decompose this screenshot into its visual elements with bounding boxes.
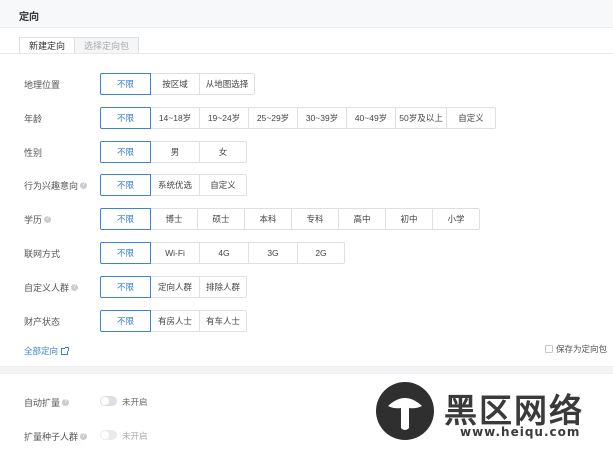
- row-label-interest: 行为兴趣意向?: [24, 181, 88, 191]
- section-title: 定向: [19, 12, 39, 23]
- watermark: 黑区网络 www.heiqu.com: [372, 378, 613, 451]
- interest-options: 不限 系统优选 自定义: [100, 174, 247, 196]
- option-education-college[interactable]: 专科: [291, 208, 339, 230]
- option-education-bachelor[interactable]: 本科: [244, 208, 292, 230]
- option-assets-car[interactable]: 有车人士: [199, 310, 247, 332]
- option-location-by-region[interactable]: 按区域: [150, 73, 200, 95]
- row-label-assets: 财产状态: [24, 317, 61, 327]
- save-as-package-label: 保存为定向包: [556, 344, 608, 354]
- row-label-gender: 性别: [24, 148, 43, 158]
- option-location-from-map[interactable]: 从地图选择: [199, 73, 255, 95]
- checkbox-icon[interactable]: [545, 345, 553, 353]
- auto-expand-status: 未开启: [122, 397, 148, 407]
- option-gender-female[interactable]: 女: [199, 141, 247, 163]
- option-gender-male[interactable]: 男: [150, 141, 200, 163]
- option-education-doctor[interactable]: 博士: [150, 208, 198, 230]
- option-network-unlimited[interactable]: 不限: [100, 242, 151, 264]
- option-age-30-39[interactable]: 30~39岁: [297, 107, 347, 129]
- row-label-age: 年龄: [24, 114, 43, 124]
- option-audience-include[interactable]: 定向人群: [150, 276, 200, 298]
- help-icon[interactable]: ?: [62, 399, 70, 406]
- assets-options: 不限 有房人士 有车人士: [100, 310, 247, 332]
- option-location-unlimited[interactable]: 不限: [100, 73, 151, 95]
- custom-audience-options: 不限 定向人群 排除人群: [100, 276, 247, 298]
- option-gender-unlimited[interactable]: 不限: [100, 141, 151, 163]
- seed-audience-status: 未开启: [122, 431, 148, 441]
- option-assets-house[interactable]: 有房人士: [150, 310, 200, 332]
- option-education-middle-school[interactable]: 初中: [385, 208, 433, 230]
- external-link-icon: [61, 346, 70, 355]
- option-audience-unlimited[interactable]: 不限: [100, 276, 151, 298]
- option-age-40-49[interactable]: 40~49岁: [346, 107, 396, 129]
- option-age-custom[interactable]: 自定义: [446, 107, 496, 129]
- help-icon[interactable]: ?: [71, 284, 79, 291]
- all-targeting-label: 全部定向: [24, 346, 59, 356]
- seed-audience-toggle[interactable]: [100, 430, 117, 440]
- row-label-location: 地理位置: [24, 80, 61, 90]
- option-network-4g[interactable]: 4G: [199, 242, 249, 264]
- education-options: 不限 博士 硕士 本科 专科 高中 初中 小学: [100, 208, 480, 230]
- age-options: 不限 14~18岁 19~24岁 25~29岁 30~39岁 40~49岁 50…: [100, 107, 496, 129]
- help-icon[interactable]: ?: [80, 433, 88, 440]
- option-age-25-29[interactable]: 25~29岁: [248, 107, 298, 129]
- watermark-logo-icon: [376, 382, 434, 440]
- option-audience-exclude[interactable]: 排除人群: [199, 276, 247, 298]
- option-interest-system[interactable]: 系统优选: [150, 174, 200, 196]
- section-divider: [0, 366, 613, 374]
- tab-new-targeting[interactable]: 新建定向: [19, 37, 76, 54]
- option-network-2g[interactable]: 2G: [297, 242, 345, 264]
- option-interest-custom[interactable]: 自定义: [199, 174, 247, 196]
- option-network-3g[interactable]: 3G: [248, 242, 298, 264]
- network-options: 不限 Wi-Fi 4G 3G 2G: [100, 242, 345, 264]
- tab-divider: [0, 53, 613, 54]
- tab-select-package[interactable]: 选择定向包: [74, 37, 140, 54]
- gender-options: 不限 男 女: [100, 141, 247, 163]
- option-education-master[interactable]: 硕士: [197, 208, 245, 230]
- help-icon[interactable]: ?: [44, 216, 52, 223]
- row-label-seed-audience: 扩量种子人群?: [24, 432, 88, 442]
- watermark-url: www.heiqu.com: [460, 425, 581, 439]
- row-label-network: 联网方式: [24, 249, 61, 259]
- option-age-50-plus[interactable]: 50岁及以上: [395, 107, 447, 129]
- save-as-package-checkbox[interactable]: 保存为定向包: [545, 343, 607, 355]
- location-options: 不限 按区域 从地图选择: [100, 73, 255, 95]
- section-header: 定向: [0, 0, 613, 28]
- option-age-unlimited[interactable]: 不限: [100, 107, 151, 129]
- option-education-unlimited[interactable]: 不限: [100, 208, 151, 230]
- option-age-19-24[interactable]: 19~24岁: [199, 107, 249, 129]
- option-interest-unlimited[interactable]: 不限: [100, 174, 151, 196]
- auto-expand-toggle[interactable]: [100, 396, 117, 406]
- option-age-14-18[interactable]: 14~18岁: [150, 107, 200, 129]
- help-icon[interactable]: ?: [80, 182, 88, 189]
- option-assets-unlimited[interactable]: 不限: [100, 310, 151, 332]
- row-label-custom-audience: 自定义人群?: [24, 283, 79, 293]
- option-education-primary-school[interactable]: 小学: [432, 208, 480, 230]
- row-label-education: 学历?: [24, 215, 52, 225]
- option-network-wifi[interactable]: Wi-Fi: [150, 242, 200, 264]
- all-targeting-link[interactable]: 全部定向: [24, 345, 70, 357]
- row-label-auto-expand: 自动扩量?: [24, 398, 70, 408]
- option-education-high-school[interactable]: 高中: [338, 208, 386, 230]
- targeting-tabs: 新建定向 选择定向包: [19, 37, 140, 54]
